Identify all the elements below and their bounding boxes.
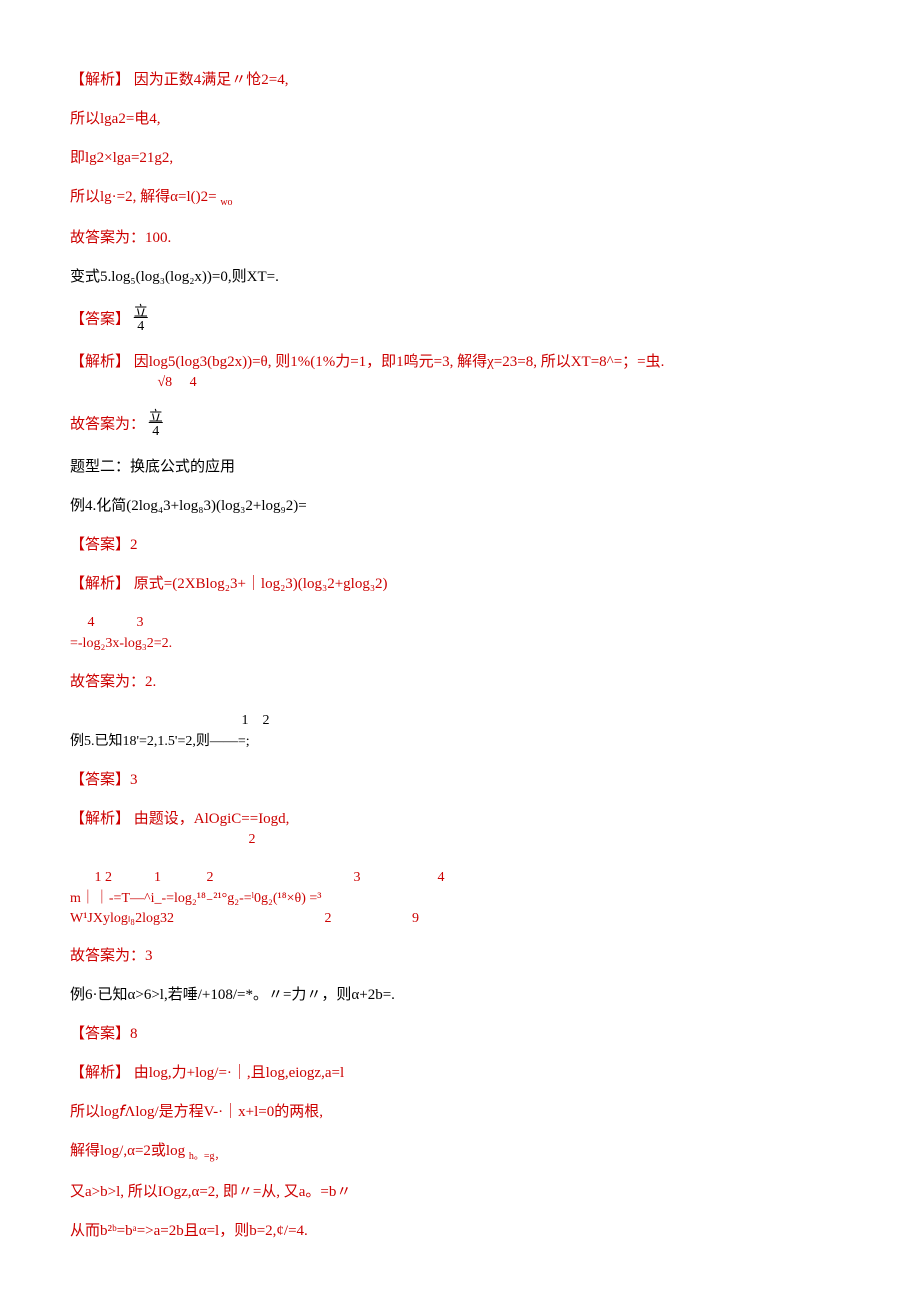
text: 由题设，AlOgiC==Iogd, bbox=[134, 811, 290, 827]
paragraph: 【解析】 由题设，AlOgiC==Iogd, 2 bbox=[70, 809, 850, 850]
numerator-line: 1 2 1 2 3 4 bbox=[70, 868, 850, 888]
denominator-row: √8 4 bbox=[70, 373, 850, 393]
answer-line: 故答案为： 立 4 bbox=[70, 411, 850, 439]
answer-line: 故答案为：100. bbox=[70, 228, 850, 249]
fraction-denominator: 4 bbox=[134, 320, 148, 334]
text: 解得log/,α=2或log bbox=[70, 1143, 185, 1159]
text: 所以IOgz,α=2, bbox=[128, 1184, 219, 1200]
subscript: h。=g， bbox=[189, 1151, 225, 1162]
text: 因为正数4满足〃怆2=4, bbox=[134, 72, 289, 88]
fraction-numerator: 立 bbox=[134, 306, 148, 320]
fraction: 立 4 bbox=[149, 411, 163, 439]
label-analysis: 【解析】 bbox=[70, 576, 130, 592]
answer-block: 【答案】 立 4 bbox=[70, 306, 850, 334]
answer-block: 【答案】3 bbox=[70, 770, 850, 791]
fraction-numerator: 立 bbox=[149, 411, 163, 425]
answer-line: 故答案为：3 bbox=[70, 946, 850, 967]
text: 例5.已知18'=2,1.5'=2,则——=; bbox=[70, 732, 850, 752]
label-analysis: 【解析】 bbox=[70, 72, 130, 88]
text: 则1%(1%力=1，即1鸣元=3, bbox=[275, 354, 453, 370]
fraction: 立 4 bbox=[134, 306, 148, 334]
paragraph: 【解析】 因log5(log3(bg2x))=θ, 则1%(1%力=1，即1鸣元… bbox=[70, 352, 850, 393]
subscript: wo bbox=[220, 197, 232, 208]
label-analysis: 【解析】 bbox=[70, 811, 130, 827]
text: 因log5(log3(bg2x))=θ, bbox=[134, 354, 272, 370]
text: 解得χ=23=8, bbox=[457, 354, 537, 370]
text: 由log,力+log/=·｜,且log,eiogz,a=l bbox=[134, 1065, 344, 1081]
denominator-row: 2 bbox=[70, 830, 850, 850]
text: 所以lg·=2, bbox=[70, 189, 136, 205]
numerator-line: 4 3 bbox=[70, 613, 850, 633]
text: m｜｜-=T—^i_-=log₂¹⁸₋²¹°g₂-=ˡ0g₂(¹⁸×θ) =³ bbox=[70, 889, 850, 909]
text: 原式=(2XBlog₂3+｜log₂3)(log₃2+glog₃2) bbox=[134, 576, 388, 592]
paragraph: 即lg2×lga=21g2, bbox=[70, 148, 850, 169]
text: W¹JXylogₗ₈2log32 2 9 bbox=[70, 909, 850, 929]
section-heading: 题型二：换底公式的应用 bbox=[70, 457, 850, 478]
text: 所以XT=8^=；=虫. bbox=[541, 354, 665, 370]
paragraph: 解得log/,α=2或log h。=g， bbox=[70, 1141, 850, 1164]
paragraph: 【解析】 因为正数4满足〃怆2=4, bbox=[70, 70, 850, 91]
paragraph: 1 2 1 2 3 4 m｜｜-=T—^i_-=log₂¹⁸₋²¹°g₂-=ˡ0… bbox=[70, 868, 850, 929]
problem-variation-5: 变式5.log₅(log₃(log₂x))=0,则XT=. bbox=[70, 267, 850, 288]
text: 即〃=从, 又a。=b〃 bbox=[223, 1184, 352, 1200]
paragraph: 【解析】 由log,力+log/=·｜,且log,eiogz,a=l bbox=[70, 1063, 850, 1084]
numerator-line: 1 2 bbox=[70, 711, 850, 731]
paragraph: 所以lga2=电4, bbox=[70, 109, 850, 130]
fraction-denominator: 4 bbox=[149, 425, 163, 439]
text: 从而b²ᵇ=bᵃ=>a=2b且α=l，则b=2,¢/=4. bbox=[70, 1223, 308, 1239]
problem-example-6: 例6·已知α>6>l,若唾/+108/=*。〃=力〃，则α+2b=. bbox=[70, 985, 850, 1006]
paragraph: 所以lg·=2, 解得α=l()2= wo bbox=[70, 187, 850, 210]
paragraph: 【解析】 原式=(2XBlog₂3+｜log₂3)(log₃2+glog₃2) bbox=[70, 574, 850, 595]
label-answer: 【答案】 bbox=[70, 311, 130, 327]
text: 解得α=l()2= bbox=[140, 189, 216, 205]
text: 又a>b>l, bbox=[70, 1184, 124, 1200]
text: =-log₂3x-log₃2=2. bbox=[70, 634, 850, 654]
answer-block: 【答案】8 bbox=[70, 1024, 850, 1045]
paragraph: 又a>b>l, 所以IOgz,α=2, 即〃=从, 又a。=b〃 bbox=[70, 1182, 850, 1203]
paragraph: 所以log𝘧Λlog/是方程V-·｜x+l=0的两根, bbox=[70, 1102, 850, 1123]
paragraph: 从而b²ᵇ=bᵃ=>a=2b且α=l，则b=2,¢/=4. bbox=[70, 1221, 850, 1242]
problem-example-4: 例4.化简(2log₄3+log₈3)(log₃2+log₉2)= bbox=[70, 496, 850, 517]
label-answer: 故答案为： bbox=[70, 416, 145, 432]
answer-block: 【答案】2 bbox=[70, 535, 850, 556]
label-analysis: 【解析】 bbox=[70, 354, 130, 370]
paragraph: 4 3 =-log₂3x-log₃2=2. bbox=[70, 613, 850, 654]
answer-line: 故答案为：2. bbox=[70, 672, 850, 693]
label-analysis: 【解析】 bbox=[70, 1065, 130, 1081]
problem-example-5: 1 2 例5.已知18'=2,1.5'=2,则——=; bbox=[70, 711, 850, 752]
